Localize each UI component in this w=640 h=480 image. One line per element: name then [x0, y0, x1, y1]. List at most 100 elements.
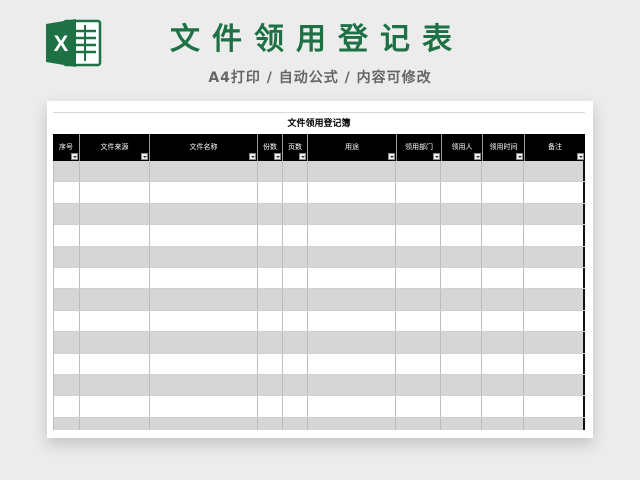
table-cell[interactable]: [80, 182, 150, 203]
table-cell[interactable]: [150, 267, 258, 289]
table-cell[interactable]: [396, 374, 442, 396]
table-cell[interactable]: [258, 374, 283, 396]
table-cell[interactable]: [54, 417, 80, 430]
table-cell[interactable]: [150, 182, 258, 203]
table-cell[interactable]: [524, 267, 585, 289]
table-cell[interactable]: [308, 182, 397, 203]
table-cell[interactable]: [308, 310, 397, 332]
table-cell[interactable]: [258, 353, 283, 374]
table-cell[interactable]: [258, 225, 283, 246]
table-cell[interactable]: [283, 203, 308, 225]
table-cell[interactable]: [524, 246, 585, 267]
table-cell[interactable]: [482, 417, 525, 430]
table-cell[interactable]: [308, 203, 397, 225]
table-cell[interactable]: [524, 374, 585, 396]
table-cell[interactable]: [80, 161, 150, 182]
table-cell[interactable]: [80, 225, 150, 246]
table-cell[interactable]: [150, 417, 258, 430]
table-cell[interactable]: [441, 182, 483, 203]
table-cell[interactable]: [54, 246, 80, 267]
table-cell[interactable]: [54, 161, 80, 182]
table-cell[interactable]: [482, 267, 525, 289]
table-cell[interactable]: [258, 396, 283, 417]
table-cell[interactable]: [80, 396, 150, 417]
table-cell[interactable]: [482, 374, 525, 396]
table-cell[interactable]: [283, 225, 308, 246]
table-cell[interactable]: [54, 203, 80, 225]
filter-dropdown-icon[interactable]: [249, 153, 256, 160]
table-cell[interactable]: [482, 310, 525, 332]
filter-dropdown-icon[interactable]: [299, 153, 306, 160]
table-cell[interactable]: [80, 332, 150, 353]
filter-dropdown-icon[interactable]: [433, 153, 440, 160]
table-cell[interactable]: [283, 182, 308, 203]
table-cell[interactable]: [54, 289, 80, 310]
table-cell[interactable]: [441, 417, 483, 430]
table-cell[interactable]: [283, 417, 308, 430]
table-cell[interactable]: [150, 203, 258, 225]
table-cell[interactable]: [441, 289, 483, 310]
table-cell[interactable]: [308, 289, 397, 310]
table-cell[interactable]: [396, 182, 442, 203]
table-cell[interactable]: [258, 417, 283, 430]
table-cell[interactable]: [441, 225, 483, 246]
table-cell[interactable]: [308, 396, 397, 417]
table-cell[interactable]: [283, 246, 308, 267]
table-cell[interactable]: [441, 267, 483, 289]
table-cell[interactable]: [150, 353, 258, 374]
table-cell[interactable]: [524, 161, 585, 182]
table-cell[interactable]: [308, 225, 397, 246]
table-cell[interactable]: [441, 161, 483, 182]
table-cell[interactable]: [258, 182, 283, 203]
table-cell[interactable]: [308, 267, 397, 289]
filter-dropdown-icon[interactable]: [577, 153, 584, 160]
table-cell[interactable]: [396, 246, 442, 267]
table-cell[interactable]: [441, 203, 483, 225]
table-cell[interactable]: [80, 289, 150, 310]
table-cell[interactable]: [283, 267, 308, 289]
table-cell[interactable]: [482, 246, 525, 267]
table-cell[interactable]: [482, 225, 525, 246]
table-cell[interactable]: [258, 203, 283, 225]
table-cell[interactable]: [283, 289, 308, 310]
table-cell[interactable]: [396, 396, 442, 417]
table-cell[interactable]: [396, 289, 442, 310]
filter-dropdown-icon[interactable]: [141, 153, 148, 160]
table-cell[interactable]: [482, 182, 525, 203]
table-cell[interactable]: [283, 353, 308, 374]
table-cell[interactable]: [524, 203, 585, 225]
table-cell[interactable]: [441, 246, 483, 267]
table-cell[interactable]: [54, 332, 80, 353]
table-cell[interactable]: [441, 310, 483, 332]
table-cell[interactable]: [150, 161, 258, 182]
table-cell[interactable]: [482, 332, 525, 353]
table-cell[interactable]: [441, 396, 483, 417]
table-cell[interactable]: [258, 289, 283, 310]
table-cell[interactable]: [150, 225, 258, 246]
table-cell[interactable]: [396, 225, 442, 246]
table-cell[interactable]: [396, 332, 442, 353]
table-cell[interactable]: [54, 225, 80, 246]
table-cell[interactable]: [482, 353, 525, 374]
table-cell[interactable]: [54, 182, 80, 203]
table-cell[interactable]: [396, 267, 442, 289]
table-cell[interactable]: [258, 332, 283, 353]
table-cell[interactable]: [54, 353, 80, 374]
table-cell[interactable]: [482, 289, 525, 310]
table-cell[interactable]: [308, 417, 397, 430]
table-cell[interactable]: [441, 332, 483, 353]
table-cell[interactable]: [80, 417, 150, 430]
table-cell[interactable]: [441, 374, 483, 396]
table-cell[interactable]: [80, 353, 150, 374]
table-cell[interactable]: [524, 225, 585, 246]
table-cell[interactable]: [150, 289, 258, 310]
table-cell[interactable]: [524, 310, 585, 332]
table-cell[interactable]: [54, 374, 80, 396]
table-cell[interactable]: [80, 310, 150, 332]
table-cell[interactable]: [441, 353, 483, 374]
table-cell[interactable]: [150, 310, 258, 332]
table-cell[interactable]: [396, 310, 442, 332]
table-cell[interactable]: [396, 353, 442, 374]
table-cell[interactable]: [396, 161, 442, 182]
table-cell[interactable]: [54, 396, 80, 417]
